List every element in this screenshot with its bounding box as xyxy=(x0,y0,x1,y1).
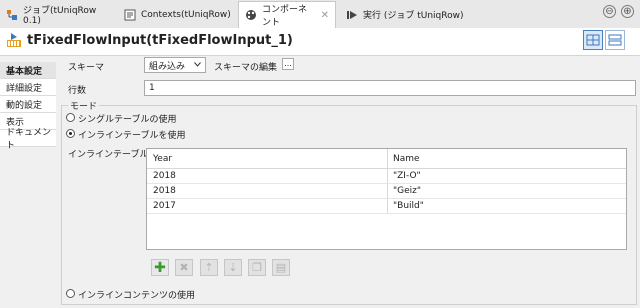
copy-icon[interactable]: ❐ xyxy=(248,259,266,276)
chevron-down-icon xyxy=(194,60,201,70)
nav-item-documentation[interactable]: ドキュメント xyxy=(0,128,56,151)
run-icon xyxy=(346,9,358,21)
tab-label: Contexts(tUniqRow) xyxy=(141,9,231,20)
inline-table-radio[interactable] xyxy=(66,129,75,138)
schema-select[interactable]: 組み込み xyxy=(144,57,206,73)
component-header: tFixedFlowInput(tFixedFlowInput_1) xyxy=(0,28,640,56)
table-cell[interactable]: "Geiz" xyxy=(393,186,421,196)
tab-label: 実行 (ジョブ tUniqRow) xyxy=(363,11,464,21)
single-table-radio[interactable] xyxy=(66,113,75,122)
nav-item-basic-settings[interactable]: 基本設定 xyxy=(0,62,56,79)
rows-value: 1 xyxy=(149,83,155,93)
inline-contents-label: インラインコンテンツの使用 xyxy=(78,291,196,301)
move-up-icon[interactable]: ⇡ xyxy=(200,259,218,276)
list-view-icon[interactable] xyxy=(605,30,625,50)
job-icon xyxy=(6,9,18,21)
column-header-label: Name xyxy=(393,153,420,164)
nav-item-label: ドキュメント xyxy=(6,128,52,151)
delete-row-icon[interactable]: ✖ xyxy=(175,259,193,276)
table-cell[interactable]: "ZI-O" xyxy=(393,171,421,181)
nav-item-dynamic-settings[interactable]: 動的設定 xyxy=(0,96,56,113)
inline-table-label: インラインテーブル xyxy=(68,150,149,160)
editor-tab-bar: ジョブ(tUniqRow 0.1) Contexts(tUniqRow) コンポ… xyxy=(0,0,640,29)
grid-view-icon[interactable] xyxy=(583,30,603,50)
tab-job[interactable]: ジョブ(tUniqRow 0.1) xyxy=(0,2,114,27)
add-row-icon[interactable]: ✚ xyxy=(151,259,169,276)
table-cell[interactable]: "Build" xyxy=(393,201,424,211)
tab-component[interactable]: コンポーネント ✕ xyxy=(238,1,336,28)
minimize-icon[interactable]: ⊖ xyxy=(603,5,616,18)
schema-label: スキーマ xyxy=(68,63,105,73)
nav-item-label: 基本設定 xyxy=(6,66,43,77)
table-cell[interactable]: 2018 xyxy=(153,186,176,196)
column-header-label: Year xyxy=(153,153,173,164)
nav-item-label: 動的設定 xyxy=(6,100,43,111)
maximize-icon[interactable]: ⊕ xyxy=(621,5,634,18)
column-header-name[interactable]: Name xyxy=(387,149,626,169)
close-icon[interactable]: ✕ xyxy=(321,10,329,21)
paste-icon[interactable]: ▤ xyxy=(272,259,290,276)
edit-schema-button[interactable]: ... xyxy=(282,58,294,70)
nav-item-advanced-settings[interactable]: 詳細設定 xyxy=(0,79,56,96)
table-row[interactable]: 2017 "Build" xyxy=(147,199,626,214)
settings-nav: 基本設定 詳細設定 動的設定 表示 ドキュメント xyxy=(0,60,56,308)
single-table-label: シングルテーブルの使用 xyxy=(78,115,177,125)
table-cell[interactable]: 2018 xyxy=(153,171,176,181)
rows-input[interactable]: 1 xyxy=(144,80,636,96)
component-title: tFixedFlowInput(tFixedFlowInput_1) xyxy=(27,33,293,48)
table-row[interactable]: 2018 "ZI-O" xyxy=(147,169,626,184)
table-cell[interactable]: 2017 xyxy=(153,201,176,211)
tab-contexts[interactable]: Contexts(tUniqRow) xyxy=(118,2,236,27)
mode-group-title: モード xyxy=(68,99,100,112)
component-palette-icon xyxy=(245,9,257,21)
tab-label: ジョブ(tUniqRow 0.1) xyxy=(23,6,97,26)
column-header-year[interactable]: Year xyxy=(147,149,387,169)
table-row[interactable]: 2018 "Geiz" xyxy=(147,184,626,199)
tab-run[interactable]: 実行 (ジョブ tUniqRow) xyxy=(340,2,470,27)
schema-value: 組み込み xyxy=(149,61,186,72)
inline-table-option-label: インラインテーブルを使用 xyxy=(78,131,186,141)
tab-label: コンポーネント xyxy=(262,5,308,28)
inline-table[interactable]: Year Name 2018 "ZI-O" 2018 "Geiz" 2017 "… xyxy=(146,148,627,250)
edit-schema-label: スキーマの編集 xyxy=(214,63,278,73)
contexts-icon xyxy=(124,9,136,21)
nav-item-label: 詳細設定 xyxy=(6,83,43,94)
fixed-flow-input-icon xyxy=(6,32,22,51)
rows-label: 行数 xyxy=(68,86,87,96)
move-down-icon[interactable]: ⇣ xyxy=(224,259,242,276)
inline-contents-radio[interactable] xyxy=(66,289,75,298)
